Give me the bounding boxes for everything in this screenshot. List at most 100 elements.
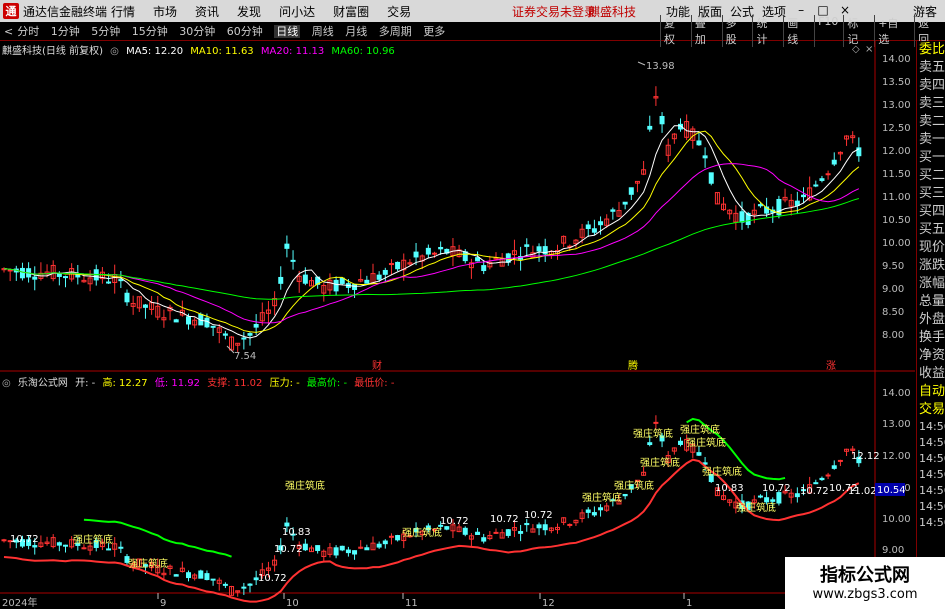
tab-monthly[interactable]: 月线 (345, 25, 367, 38)
tab-30min[interactable]: 30分钟 (179, 25, 215, 38)
tab-multi-period[interactable]: 多周期 (379, 25, 412, 38)
candle-body (598, 507, 604, 511)
scroll-left-icon[interactable]: < (4, 25, 13, 38)
tab-60min[interactable]: 60分钟 (227, 25, 263, 38)
tick-time: 14:56 (919, 468, 945, 481)
event-marker[interactable]: 涨 (826, 360, 836, 372)
sidebar-item[interactable]: 换手 (917, 329, 945, 347)
sidebar-item[interactable]: 买一 (917, 149, 945, 167)
sidebar-item[interactable]: 卖三 (917, 95, 945, 113)
candle-body (647, 125, 653, 130)
sidebar-item[interactable]: 涨跌 (917, 257, 945, 275)
sidebar-item[interactable]: 卖一 (917, 131, 945, 149)
sidebar-item[interactable]: 买五 (917, 221, 945, 239)
tab-daily[interactable]: 日线 (274, 25, 301, 38)
signal-label: 强庄筑底 (702, 465, 742, 478)
menu-discover[interactable]: 发现 (237, 3, 261, 20)
candle-body (505, 529, 511, 536)
candle-body (524, 244, 530, 247)
site-watermark: 指标公式网 www.zbgs3.com (785, 557, 945, 609)
watermark-url: www.zbgs3.com (812, 587, 918, 602)
sidebar-item[interactable]: 卖二 (917, 113, 945, 131)
candle-body (388, 535, 394, 538)
menu-news[interactable]: 资讯 (195, 3, 219, 20)
sidebar-item[interactable]: 净资 (917, 347, 945, 365)
sidebar-item[interactable]: 外盘 (917, 311, 945, 329)
app-logo-icon: 通 (3, 3, 19, 19)
candle-body (32, 545, 38, 548)
tab-15min[interactable]: 15分钟 (132, 25, 168, 38)
support-value-label: 10.72 (524, 510, 553, 521)
candle-body (124, 292, 130, 303)
legend-settings-icon[interactable]: ◎ (110, 46, 119, 57)
app-title: 通达信金融终端 (23, 4, 108, 19)
tab-timeshare[interactable]: 分时 (17, 25, 39, 38)
event-marker[interactable]: 腾 (628, 359, 638, 372)
ma10-value: MA10: 11.63 (190, 46, 254, 57)
tab-5min[interactable]: 5分钟 (91, 25, 120, 38)
sidebar-item[interactable]: 卖五 (917, 59, 945, 77)
sidebar-item[interactable]: 买二 (917, 167, 945, 185)
candle-body (247, 333, 253, 336)
candle-body (106, 281, 112, 284)
main-legend-title[interactable]: 麒盛科技(日线 前复权) (2, 46, 103, 57)
candle-body (696, 452, 702, 456)
auto-trade-label[interactable]: 自动 (917, 383, 945, 401)
sidebar-item[interactable]: 现价 (917, 239, 945, 257)
candle-body (173, 574, 179, 577)
menu-wealth[interactable]: 财富圈 (333, 3, 369, 20)
tab-weekly[interactable]: 周线 (312, 25, 334, 38)
menu-trade[interactable]: 交易 (387, 3, 411, 20)
panel-close-icon[interactable]: × (865, 44, 873, 55)
tab-1min[interactable]: 1分钟 (51, 25, 80, 38)
sidebar-item[interactable]: 买四 (917, 203, 945, 221)
menu-ask[interactable]: 问小达 (279, 3, 315, 20)
candle-body (395, 261, 401, 270)
ma60-value: MA60: 10.96 (331, 46, 395, 57)
sidebar-item[interactable]: 总量 (917, 293, 945, 311)
sub-legend-title[interactable]: 乐淘公式网 (18, 378, 68, 389)
main-axis-label: 10.00 (882, 238, 911, 249)
auto-trade-label[interactable]: 交易 (917, 401, 945, 419)
ma20-value: MA20: 11.13 (260, 46, 325, 57)
tab-more[interactable]: 更多 (423, 25, 445, 38)
main-axis-label: 12.00 (882, 146, 911, 157)
sidebar-item[interactable]: 涨幅 (917, 275, 945, 293)
price-low-label: 10.83 (715, 483, 744, 494)
candle-body (493, 531, 499, 534)
signal-label: 强庄筑底 (680, 423, 720, 436)
sidebar-item[interactable]: 委比 (917, 41, 945, 59)
candle-body (678, 440, 683, 445)
kline-chart-area[interactable]: ◇ × 14.00 13.50 13.00 12.50 12.00 11.50 … (0, 41, 915, 609)
candle-body (739, 211, 745, 223)
candle-body (825, 173, 831, 176)
menu-market[interactable]: 市场 (153, 3, 177, 20)
panel-settings-icon[interactable]: ◇ (852, 44, 860, 55)
main-axis-label: 8.00 (882, 330, 904, 341)
candle-body (339, 277, 345, 284)
candle-body (585, 509, 591, 513)
support-value-label: 11.02 (848, 486, 877, 497)
trade-login-notice[interactable]: 证券交易未登录 (512, 3, 596, 20)
tick-time: 14:56 (919, 420, 945, 433)
ma-line (3, 163, 860, 324)
candle-body (241, 337, 247, 340)
chart-canvas[interactable]: ◇ × 14.00 13.50 13.00 12.50 12.00 11.50 … (0, 41, 915, 609)
sub-axis-label: 10.00 (882, 514, 911, 525)
date-label: 1 (686, 598, 692, 609)
sidebar-item[interactable]: 买三 (917, 185, 945, 203)
sub-legend-settings-icon[interactable]: ◎ (2, 378, 11, 389)
main-axis-label: 10.50 (882, 215, 911, 226)
candle-body (610, 209, 616, 212)
menu-quotes[interactable]: 行情 (111, 3, 135, 20)
date-label: 10 (286, 598, 299, 609)
candle-body (106, 548, 112, 551)
ma-line (3, 130, 860, 333)
event-marker[interactable]: 财 (372, 359, 382, 372)
main-axis-label: 13.50 (882, 77, 911, 88)
candle-body (382, 540, 388, 545)
sidebar-item[interactable]: 卖四 (917, 77, 945, 95)
sidebar-item[interactable]: 收益 (917, 365, 945, 383)
candle-body (628, 187, 634, 195)
candle-body (542, 524, 548, 531)
